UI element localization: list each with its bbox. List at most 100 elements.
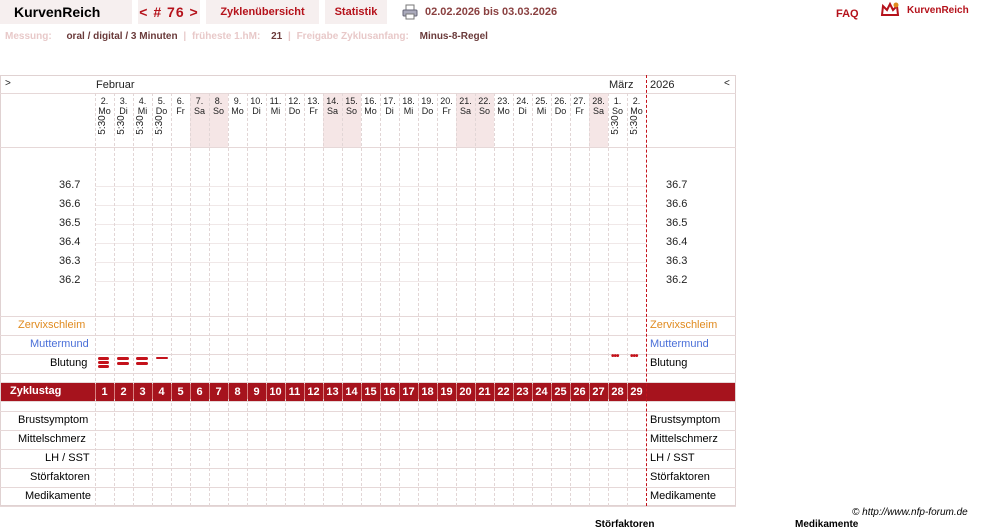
temp-gridline xyxy=(95,186,646,187)
cycle-day-separator xyxy=(247,384,248,399)
cycle-day-number: 4 xyxy=(158,385,165,398)
top-bar: KurvenReich < # 76 > Zyklenübersicht Sta… xyxy=(0,0,981,24)
row-label-zervix: Zervixschleim xyxy=(18,319,86,331)
grid-vline xyxy=(627,93,628,506)
cycle-day-number: 19 xyxy=(440,385,453,398)
measure-time: 5:30 xyxy=(135,115,146,135)
grid-vline xyxy=(323,93,324,506)
day-weekday: Sa xyxy=(193,106,205,116)
day-weekday: Di xyxy=(252,106,261,116)
day-weekday: Mi xyxy=(403,106,414,116)
cycle-day-separator xyxy=(532,384,533,399)
day-date: 17. xyxy=(383,96,396,106)
cycle-day-number: 16 xyxy=(383,385,396,398)
nav-next-arrow[interactable]: < xyxy=(724,78,730,89)
cycle-navigator[interactable]: < # 76 > xyxy=(138,0,200,24)
row-label-right-stoer: Störfaktoren xyxy=(650,471,710,483)
grid-vline xyxy=(361,93,362,506)
row-label-right-blutung: Blutung xyxy=(650,357,688,369)
grid-vline xyxy=(190,93,191,506)
day-date: 26. xyxy=(554,96,567,106)
grid-hline xyxy=(0,487,736,488)
grid-vline xyxy=(608,93,609,506)
earliest-value: 21 xyxy=(271,31,283,42)
grid-vline xyxy=(418,93,419,506)
cycle-day-number: 15 xyxy=(364,385,377,398)
logo-text: KurvenReich xyxy=(907,5,969,16)
day-weekday: Fr xyxy=(575,106,584,116)
cycle-day-separator xyxy=(133,384,134,399)
bleeding-medium xyxy=(117,362,129,365)
grid-hline xyxy=(0,93,736,94)
cycle-day-separator xyxy=(418,384,419,399)
day-date: 7. xyxy=(195,96,204,106)
grid-vline xyxy=(304,93,305,506)
cycle-day-number: 2 xyxy=(120,385,127,398)
grid-hline xyxy=(0,373,736,374)
faq-link[interactable]: FAQ xyxy=(836,8,859,20)
day-date: 12. xyxy=(288,96,301,106)
day-weekday: Mi xyxy=(536,106,547,116)
brand-title[interactable]: KurvenReich xyxy=(0,0,132,24)
temp-label-left: 36.6 xyxy=(59,198,81,210)
row-label-right-medi: Medikamente xyxy=(650,490,717,502)
cycle-day-number: 5 xyxy=(177,385,184,398)
cycle-day-separator xyxy=(361,384,362,399)
cycle-day-number: 22 xyxy=(497,385,510,398)
day-date: 18. xyxy=(402,96,415,106)
day-weekday: So xyxy=(212,106,224,116)
crown-logo-icon[interactable] xyxy=(880,1,900,21)
grid-vline xyxy=(209,93,210,506)
grid-vline xyxy=(285,93,286,506)
earliest-label: früheste 1.hM: xyxy=(191,31,261,42)
date-range: 02.02.2026 bis 03.03.2026 xyxy=(425,6,558,18)
cycle-day-number: 24 xyxy=(535,385,548,398)
row-label-medi: Medikamente xyxy=(25,490,92,502)
day-date: 1. xyxy=(613,96,622,106)
cycle-day-number: 20 xyxy=(459,385,472,398)
cycle-day-number: 27 xyxy=(592,385,605,398)
day-date: 3. xyxy=(119,96,128,106)
measure-time: 5:30 xyxy=(116,115,127,135)
measurement-info: Messung: oral / digital / 3 Minuten | fr… xyxy=(5,31,488,42)
printer-icon[interactable] xyxy=(402,4,418,20)
grid-vline xyxy=(456,93,457,506)
tab-statistics[interactable]: Statistik xyxy=(325,0,387,24)
bleeding-medium xyxy=(136,357,148,360)
cycle-day-separator xyxy=(608,384,609,399)
day-weekday: Fr xyxy=(309,106,318,116)
temp-label-right: 36.3 xyxy=(666,255,688,267)
day-weekday: Di xyxy=(385,106,394,116)
cycle-day-separator xyxy=(304,384,305,399)
grid-vline xyxy=(228,93,229,506)
day-weekday: Do xyxy=(421,106,434,116)
grid-vline xyxy=(171,93,172,506)
day-weekday: So xyxy=(478,106,490,116)
day-weekday: Mo xyxy=(231,106,244,116)
day-weekday: Mo xyxy=(364,106,377,116)
day-date: 22. xyxy=(478,96,491,106)
tab-cycle-overview[interactable]: Zyklenübersicht xyxy=(206,0,319,24)
cycle-day-number: 8 xyxy=(234,385,241,398)
day-weekday: Do xyxy=(554,106,567,116)
grid-hline xyxy=(0,316,736,317)
grid-hline xyxy=(0,449,736,450)
nav-prev-arrow[interactable]: > xyxy=(5,78,11,89)
day-date: 9. xyxy=(233,96,242,106)
grid-vline xyxy=(133,93,134,506)
grid-vline xyxy=(437,93,438,506)
day-weekday: Sa xyxy=(326,106,338,116)
day-weekday: Fr xyxy=(442,106,451,116)
grid-hline xyxy=(0,354,736,355)
release-value: Minus-8-Regel xyxy=(419,31,488,42)
temp-label-left: 36.2 xyxy=(59,274,81,286)
day-date: 23. xyxy=(497,96,510,106)
day-weekday: Sa xyxy=(592,106,604,116)
cycle-day-separator xyxy=(266,384,267,399)
grid-vline xyxy=(532,93,533,506)
day-date: 5. xyxy=(157,96,166,106)
temp-label-right: 36.4 xyxy=(666,236,688,248)
day-date: 13. xyxy=(307,96,320,106)
cycle-day-separator xyxy=(551,384,552,399)
day-weekday: Mo xyxy=(497,106,510,116)
